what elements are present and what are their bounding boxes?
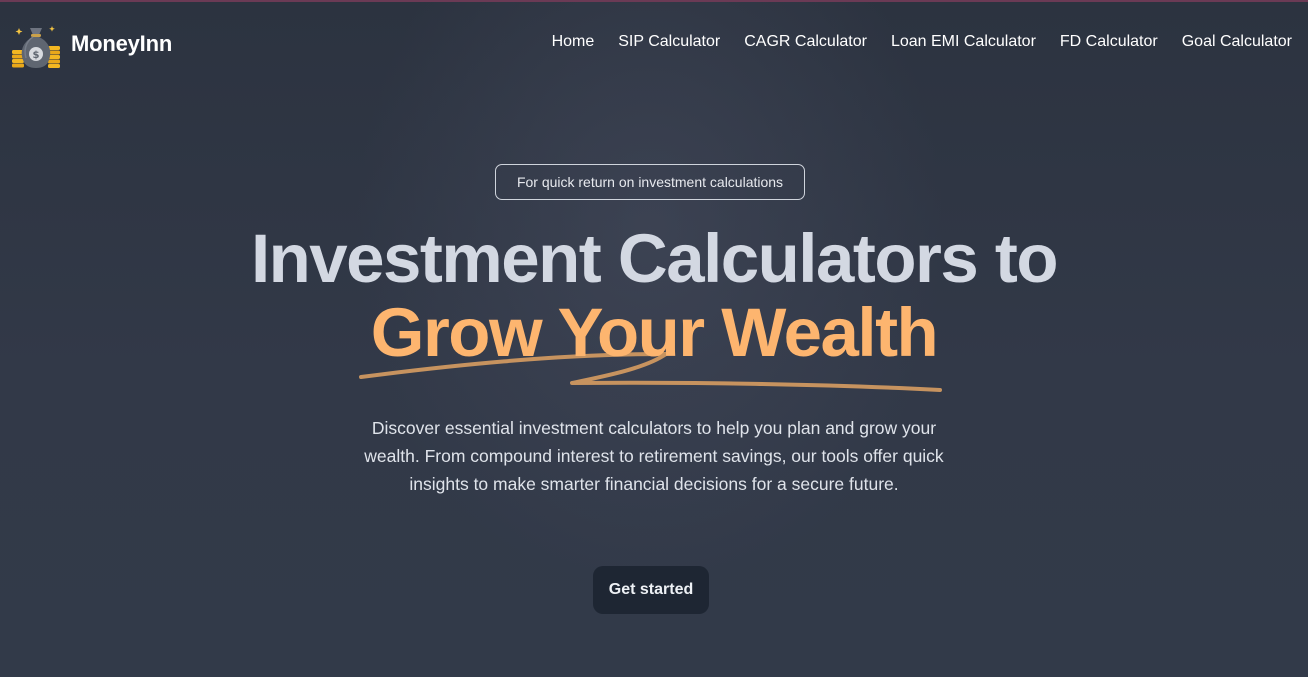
svg-text:$: $ — [33, 50, 40, 61]
get-started-button[interactable]: Get started — [593, 566, 709, 614]
nav-link-cagr-calculator[interactable]: CAGR Calculator — [744, 33, 867, 51]
nav-link-loan-emi-calculator[interactable]: Loan EMI Calculator — [891, 33, 1036, 51]
nav-link-home[interactable]: Home — [552, 33, 595, 51]
hero-description: Discover essential investment calculator… — [364, 418, 944, 494]
nav-link-sip-calculator[interactable]: SIP Calculator — [618, 33, 720, 51]
hero-badge: For quick return on investment calculati… — [495, 164, 805, 200]
hero-title: Investment Calculators to — [250, 220, 1059, 297]
nav-link-goal-calculator[interactable]: Goal Calculator — [1182, 33, 1292, 51]
money-bag-icon: $ — [12, 26, 60, 68]
nav-link-fd-calculator[interactable]: FD Calculator — [1060, 33, 1158, 51]
brand[interactable]: $ MoneyInn — [10, 18, 172, 70]
brand-name: MoneyInn — [71, 31, 173, 56]
hero-title-accent: Grow Your Wealth — [370, 294, 939, 371]
top-navigation: $ MoneyInn Home SIP Calculator CAGR Calc… — [0, 0, 1308, 88]
nav-links: Home SIP Calculator CAGR Calculator Loan… — [552, 33, 1292, 51]
